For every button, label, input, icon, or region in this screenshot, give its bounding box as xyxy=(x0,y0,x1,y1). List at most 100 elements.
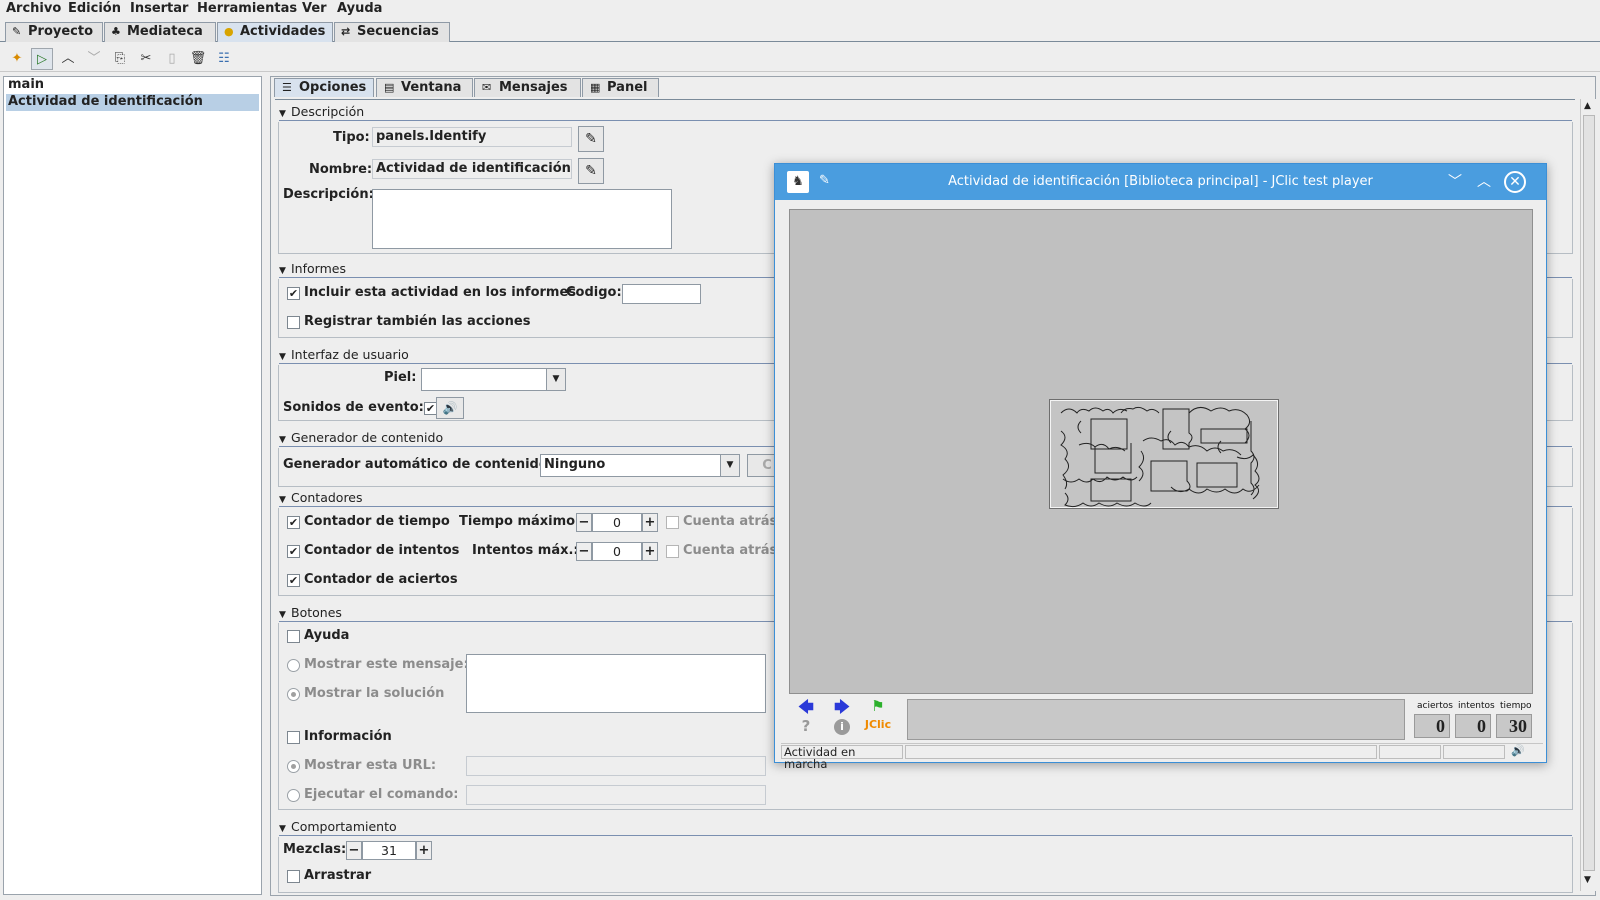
list-item[interactable]: main xyxy=(6,77,259,94)
minus-icon[interactable]: − xyxy=(346,841,362,860)
tab-proyecto[interactable]: ✎ Proyecto xyxy=(5,22,103,42)
mostrar-solucion-label: Mostrar la solución xyxy=(304,686,445,701)
move-up-icon[interactable]: ︿ xyxy=(57,48,79,70)
plus-icon[interactable]: + xyxy=(642,513,658,532)
tiempo-checkbox[interactable]: ✔ xyxy=(287,516,300,529)
descripcion-textarea[interactable] xyxy=(372,189,672,249)
tiempo-max-spinner[interactable]: − 0 + xyxy=(576,513,658,533)
new-activity-icon[interactable]: ✦ xyxy=(6,48,28,70)
maximize-icon[interactable]: ︿ xyxy=(1472,170,1496,194)
nombre-field[interactable]: Actividad de identificación xyxy=(372,159,572,179)
menu-herramientas[interactable]: Herramientas xyxy=(197,1,297,16)
tab-mediateca[interactable]: ♣ Mediateca xyxy=(104,22,216,42)
cut-icon[interactable]: ✂ xyxy=(135,48,157,70)
ayuda-message-textarea[interactable] xyxy=(466,654,766,713)
tab-secuencias[interactable]: ⇄ Secuencias xyxy=(334,22,450,42)
incluir-checkbox[interactable]: ✔ xyxy=(287,287,300,300)
list-item[interactable]: Actividad de identificación xyxy=(6,94,259,111)
activity-list[interactable]: main Actividad de identificación xyxy=(3,76,262,895)
menu-ayuda[interactable]: Ayuda xyxy=(337,1,382,16)
copy-icon[interactable]: ⎘ xyxy=(109,48,131,70)
cuenta-atras-label: Cuenta atrás xyxy=(683,514,778,529)
registrar-checkbox[interactable] xyxy=(287,316,300,329)
aciertos-checkbox[interactable]: ✔ xyxy=(287,574,300,587)
ayuda-checkbox[interactable] xyxy=(287,630,300,643)
previous-arrow-icon[interactable]: 🡄 xyxy=(795,697,817,717)
menu-archivo[interactable]: Archivo xyxy=(6,1,61,16)
test-player-window[interactable]: ♞ ✎ Actividad de identificación [Bibliot… xyxy=(774,163,1547,770)
message-box xyxy=(907,699,1405,740)
move-down-icon[interactable]: ﹀ xyxy=(83,48,105,70)
puzzle-pieces-graphic xyxy=(1060,406,1260,508)
tab-ventana[interactable]: ▤ Ventana xyxy=(376,78,473,97)
scroll-down-icon[interactable]: ▼ xyxy=(1584,875,1591,885)
collapse-icon: ▼ xyxy=(279,109,286,119)
collapse-icon: ▼ xyxy=(279,352,286,362)
vertical-scrollbar[interactable]: ▲ ▼ xyxy=(1580,99,1597,891)
generador-combo[interactable]: Ninguno ▼ xyxy=(540,454,740,477)
menu-edicion[interactable]: Edición xyxy=(68,1,121,16)
spinner-value[interactable]: 0 xyxy=(592,513,642,532)
section-title: Botones xyxy=(291,605,342,620)
delete-icon[interactable]: 🗑 xyxy=(187,48,209,70)
section-descripcion[interactable]: ▼ Descripción xyxy=(279,104,1572,121)
command-field[interactable] xyxy=(466,785,766,805)
sonidos-label: Sonidos de evento: xyxy=(283,400,424,415)
plus-icon[interactable]: + xyxy=(416,841,432,860)
puzzle-image[interactable] xyxy=(1049,399,1279,509)
activity-stage[interactable] xyxy=(789,209,1533,694)
media-icon: ♣ xyxy=(111,25,121,38)
aciertos-label: Contador de aciertos xyxy=(304,572,458,587)
scroll-thumb[interactable] xyxy=(1583,115,1595,871)
intentos-checkbox[interactable]: ✔ xyxy=(287,545,300,558)
ejecutar-radio[interactable] xyxy=(287,789,300,802)
main-tab-bar: ✎ Proyecto ♣ Mediateca ● Actividades ⇄ Secue… xyxy=(0,22,1600,42)
arrastrar-checkbox[interactable] xyxy=(287,870,300,883)
status-cell xyxy=(905,745,1377,759)
options-icon: ☰ xyxy=(282,81,292,94)
plus-icon[interactable]: + xyxy=(642,542,658,561)
section-title: Comportamiento xyxy=(291,819,397,834)
mostrar-url-radio[interactable] xyxy=(287,760,300,773)
paste-icon[interactable]: ▯ xyxy=(161,48,183,70)
minus-icon[interactable]: − xyxy=(576,513,592,532)
url-field[interactable] xyxy=(466,756,766,776)
tab-mensajes[interactable]: ✉ Mensajes xyxy=(474,78,581,97)
informacion-checkbox[interactable] xyxy=(287,731,300,744)
cuenta-atras-checkbox[interactable] xyxy=(666,545,679,558)
spinner-value[interactable]: 0 xyxy=(592,542,642,561)
help-icon[interactable]: ? xyxy=(795,717,817,737)
jclic-logo[interactable]: JClic xyxy=(863,718,893,738)
menu-ver[interactable]: Ver xyxy=(302,1,327,16)
mostrar-solucion-radio[interactable] xyxy=(287,688,300,701)
tab-opciones[interactable]: ☰ Opciones xyxy=(274,78,374,97)
flag-icon[interactable]: ⚑ xyxy=(867,697,889,717)
tab-actividades[interactable]: ● Actividades xyxy=(217,22,333,42)
descripcion-label: Descripción: xyxy=(283,187,374,202)
mezclas-spinner[interactable]: − 31 + xyxy=(346,841,432,861)
close-icon[interactable]: ✕ xyxy=(1504,171,1526,193)
intentos-max-spinner[interactable]: − 0 + xyxy=(576,542,658,562)
piel-combo[interactable]: ▼ xyxy=(421,368,566,391)
codigo-field[interactable] xyxy=(622,284,701,304)
player-titlebar[interactable]: ♞ ✎ Actividad de identificación [Bibliot… xyxy=(775,164,1546,200)
minus-icon[interactable]: − xyxy=(576,542,592,561)
sound-button[interactable]: 🔊 xyxy=(436,397,464,419)
play-icon[interactable]: ▷ xyxy=(31,48,53,70)
spinner-value[interactable]: 31 xyxy=(362,841,416,860)
next-arrow-icon[interactable]: 🡆 xyxy=(831,697,853,717)
info-icon[interactable]: i xyxy=(834,719,850,735)
menu-insertar[interactable]: Insertar xyxy=(130,1,188,16)
section-comportamiento[interactable]: ▼ Comportamiento xyxy=(279,819,1572,836)
minimize-icon[interactable]: ﹀ xyxy=(1443,170,1467,194)
mostrar-mensaje-radio[interactable] xyxy=(287,659,300,672)
list-icon[interactable]: ☷ xyxy=(213,48,235,70)
tab-panel[interactable]: ▦ Panel xyxy=(582,78,659,97)
edit-tipo-button[interactable]: ✎ xyxy=(578,126,604,152)
speaker-icon[interactable]: 🔊 xyxy=(1511,744,1525,757)
edit-nombre-button[interactable]: ✎ xyxy=(578,158,604,184)
cuenta-atras-checkbox[interactable] xyxy=(666,516,679,529)
status-text: Actividad en marcha xyxy=(781,745,903,770)
generador-label: Generador automático de contenido: xyxy=(283,457,553,472)
scroll-up-icon[interactable]: ▲ xyxy=(1584,101,1591,111)
